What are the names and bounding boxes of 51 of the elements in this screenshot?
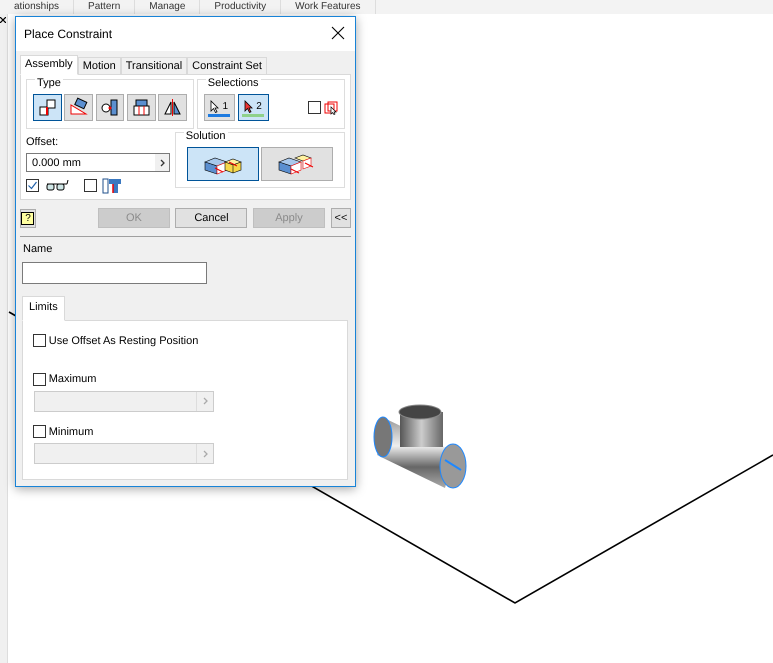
chevron-icon [202, 397, 208, 405]
constraint-icon [36, 97, 58, 118]
offset-ruler-icon [102, 178, 122, 194]
close-icon[interactable] [0, 17, 6, 23]
dialog-title: Place Constraint [24, 26, 112, 43]
selection-button[interactable]: 2 [238, 94, 268, 121]
cursor-icon [210, 100, 220, 112]
constraint-type-button[interactable] [33, 94, 62, 121]
help-button[interactable]: ? [20, 208, 36, 228]
pipe-tee-drawing[interactable] [374, 404, 466, 488]
close-icon[interactable] [331, 26, 347, 42]
group-label: Selections [206, 77, 261, 89]
selection-button[interactable]: 1 [204, 94, 235, 121]
part-pick-icon[interactable] [324, 100, 338, 114]
checkbox[interactable] [308, 101, 322, 114]
group-label: Type [35, 77, 63, 89]
dialog-tab[interactable]: Transitional [120, 57, 188, 75]
ribbon-tab[interactable]: Manage [135, 0, 200, 14]
dialog-tab[interactable]: Motion [78, 57, 121, 75]
constraint-icon [99, 97, 120, 118]
constraint-type-button[interactable] [96, 94, 124, 121]
offset-label: Offset: [26, 134, 60, 150]
dialog-tab[interactable]: Constraint Set [187, 57, 267, 75]
name-field[interactable] [22, 262, 207, 284]
constraint-type-button[interactable] [158, 94, 187, 121]
checkbox[interactable] [84, 179, 96, 192]
checkbox-label: Maximum [48, 372, 96, 387]
cursor-icon [244, 100, 254, 112]
offset-field[interactable]: 0.000 mm [26, 153, 170, 172]
chevron-icon [202, 450, 208, 458]
glasses-icon [44, 180, 68, 192]
checkbox[interactable] [33, 334, 46, 348]
ribbon-tab[interactable]: Pattern [74, 0, 136, 14]
group-label: Solution [184, 130, 228, 142]
ribbon-tab[interactable]: Work Features [281, 0, 376, 14]
constraint-type-button[interactable] [127, 94, 156, 121]
solution-button[interactable] [186, 146, 258, 181]
checkbox[interactable] [26, 179, 39, 192]
dialog-tab[interactable]: Assembly [20, 55, 78, 75]
checkbox-label: Minimum [48, 424, 94, 440]
ribbon-tab[interactable]: Productivity [200, 0, 282, 14]
checkbox-label: Use Offset As Resting Position [48, 334, 198, 348]
dialog-button[interactable]: Cancel [175, 208, 248, 228]
solution-button[interactable] [261, 146, 334, 181]
collapse-button[interactable]: << [330, 208, 351, 228]
chevron-icon[interactable] [160, 158, 164, 167]
constraint-icon [162, 97, 184, 118]
name-label: Name [22, 242, 54, 257]
constraint-type-button[interactable] [64, 94, 93, 121]
constraint-icon [130, 97, 152, 118]
limits-tab[interactable]: Limits [22, 296, 65, 320]
